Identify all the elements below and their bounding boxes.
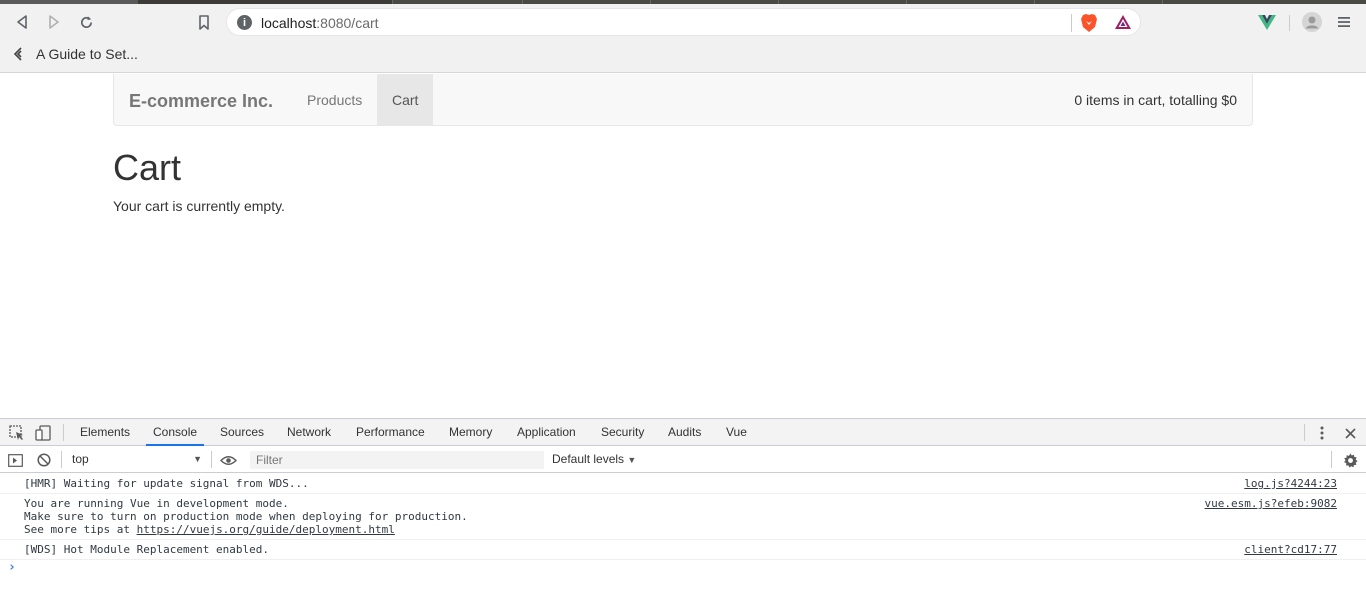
toolbar-divider (1289, 15, 1290, 31)
devtools-close-button[interactable] (1341, 424, 1359, 442)
console-message-source-link[interactable]: log.js?4244:23 (1244, 477, 1337, 490)
log-levels-label: Default levels (552, 452, 625, 466)
brave-lion-icon (1081, 14, 1097, 32)
console-message: [WDS] Hot Module Replacement enabled. cl… (0, 540, 1366, 560)
clear-console-icon (37, 453, 51, 467)
console-message-text: Make sure to turn on production mode whe… (24, 510, 468, 523)
inspect-cursor-icon (9, 425, 23, 440)
close-icon (1344, 427, 1356, 439)
devtools-divider (63, 424, 64, 441)
devtools-tab-elements[interactable]: Elements (73, 419, 137, 446)
page-title: Cart (113, 147, 182, 188)
eye-icon (219, 455, 237, 465)
live-expression-button[interactable] (219, 451, 237, 469)
console-message-text-prefix: See more tips at (24, 523, 137, 536)
site-info-icon[interactable]: i (237, 15, 252, 30)
devtools-panel: Elements Console Sources Network Perform… (0, 418, 1366, 604)
log-levels-dropdown[interactable]: Default levels ▼ (552, 452, 636, 466)
brave-shields-button[interactable] (1080, 13, 1098, 38)
console-message-text: You are running Vue in development mode. (24, 497, 289, 510)
bookmarks-bar: A Guide to Set... (0, 40, 1366, 73)
devtools-tab-memory[interactable]: Memory (442, 419, 499, 446)
console-prompt-chevron-icon[interactable]: › (8, 560, 16, 575)
console-filter-input[interactable] (250, 451, 544, 469)
url-path: :8080/cart (316, 15, 379, 31)
devtools-tab-bar: Elements Console Sources Network Perform… (0, 419, 1366, 446)
bookmark-button[interactable] (191, 9, 217, 35)
devtools-tab-performance[interactable]: Performance (349, 419, 432, 446)
console-filter-bar: top ▼ Default levels ▼ (0, 446, 1366, 473)
back-button[interactable] (9, 9, 35, 35)
brave-rewards-button[interactable] (1114, 14, 1132, 35)
reload-icon (80, 15, 92, 28)
bookmark-item[interactable]: A Guide to Set... (14, 46, 138, 62)
console-message-source-link[interactable]: vue.esm.js?efeb:9082 (1205, 497, 1337, 510)
bookmark-favicon-icon (14, 47, 22, 61)
device-mobile-icon (35, 425, 51, 441)
bat-triangle-icon (1115, 15, 1131, 29)
devtools-tab-sources[interactable]: Sources (213, 419, 271, 446)
chevron-down-icon: ▼ (193, 454, 202, 464)
reload-button[interactable] (73, 9, 99, 35)
devtools-more-button[interactable] (1313, 424, 1331, 442)
nav-link-products[interactable]: Products (292, 74, 377, 126)
devtools-tab-network[interactable]: Network (280, 419, 338, 446)
devtools-tab-audits[interactable]: Audits (661, 419, 708, 446)
bookmark-label: A Guide to Set... (36, 46, 138, 62)
devtools-tab-security[interactable]: Security (594, 419, 651, 446)
nav-link-cart[interactable]: Cart (377, 74, 434, 126)
avatar-icon (1302, 12, 1322, 32)
devtools-divider (1331, 451, 1332, 468)
site-navbar: E-commerce Inc. Products Cart 0 items in… (113, 74, 1253, 126)
back-icon (17, 15, 27, 29)
execution-context-value: top (72, 452, 89, 466)
console-settings-button[interactable] (1341, 451, 1359, 469)
url-host: localhost (261, 15, 317, 31)
forward-icon (49, 15, 59, 29)
devtools-divider (1304, 424, 1305, 441)
gear-icon (1343, 452, 1358, 468)
site-brand[interactable]: E-commerce Inc. (129, 91, 273, 112)
console-message: You are running Vue in development mode.… (0, 494, 1366, 540)
inspect-element-button[interactable] (8, 424, 26, 442)
execution-context-select[interactable]: top ▼ (66, 450, 206, 469)
devtools-divider (211, 451, 212, 468)
sidebar-toggle-icon (7, 453, 23, 467)
console-message-text: [HMR] Waiting for update signal from WDS… (24, 477, 309, 490)
browser-toolbar: i localhost:8080/cart (0, 4, 1366, 40)
console-messages: [HMR] Waiting for update signal from WDS… (0, 474, 1366, 560)
page-viewport: E-commerce Inc. Products Cart 0 items in… (0, 74, 1366, 418)
console-sidebar-button[interactable] (6, 451, 24, 469)
url-text[interactable]: localhost:8080/cart (261, 15, 379, 31)
kebab-menu-icon (1320, 426, 1324, 440)
vue-devtools-extension-button[interactable] (1254, 9, 1280, 35)
profile-button[interactable] (1299, 9, 1325, 35)
console-message-text: See more tips at https://vuejs.org/guide… (24, 523, 1366, 536)
hamburger-menu-icon (1338, 17, 1350, 27)
console-message-text: [WDS] Hot Module Replacement enabled. (24, 543, 270, 556)
browser-menu-button[interactable] (1331, 9, 1357, 35)
devtools-tab-application[interactable]: Application (510, 419, 583, 446)
devtools-tab-vue[interactable]: Vue (719, 419, 754, 446)
address-bar[interactable]: i localhost:8080/cart (226, 8, 1141, 36)
console-message-source-link[interactable]: client?cd17:77 (1244, 543, 1337, 556)
console-message: [HMR] Waiting for update signal from WDS… (0, 474, 1366, 494)
devtools-divider (61, 451, 62, 468)
console-message-url-link[interactable]: https://vuejs.org/guide/deployment.html (137, 523, 395, 536)
cart-summary: 0 items in cart, totalling $0 (1074, 92, 1237, 108)
empty-cart-message: Your cart is currently empty. (113, 198, 285, 214)
bookmark-icon (199, 14, 209, 30)
devtools-tab-console[interactable]: Console (146, 419, 205, 446)
omnibox-divider (1071, 14, 1072, 32)
forward-button[interactable] (41, 9, 67, 35)
clear-console-button[interactable] (35, 451, 53, 469)
vue-logo-icon (1258, 15, 1276, 30)
caret-down-icon: ▼ (627, 455, 637, 465)
device-toolbar-button[interactable] (34, 424, 52, 442)
